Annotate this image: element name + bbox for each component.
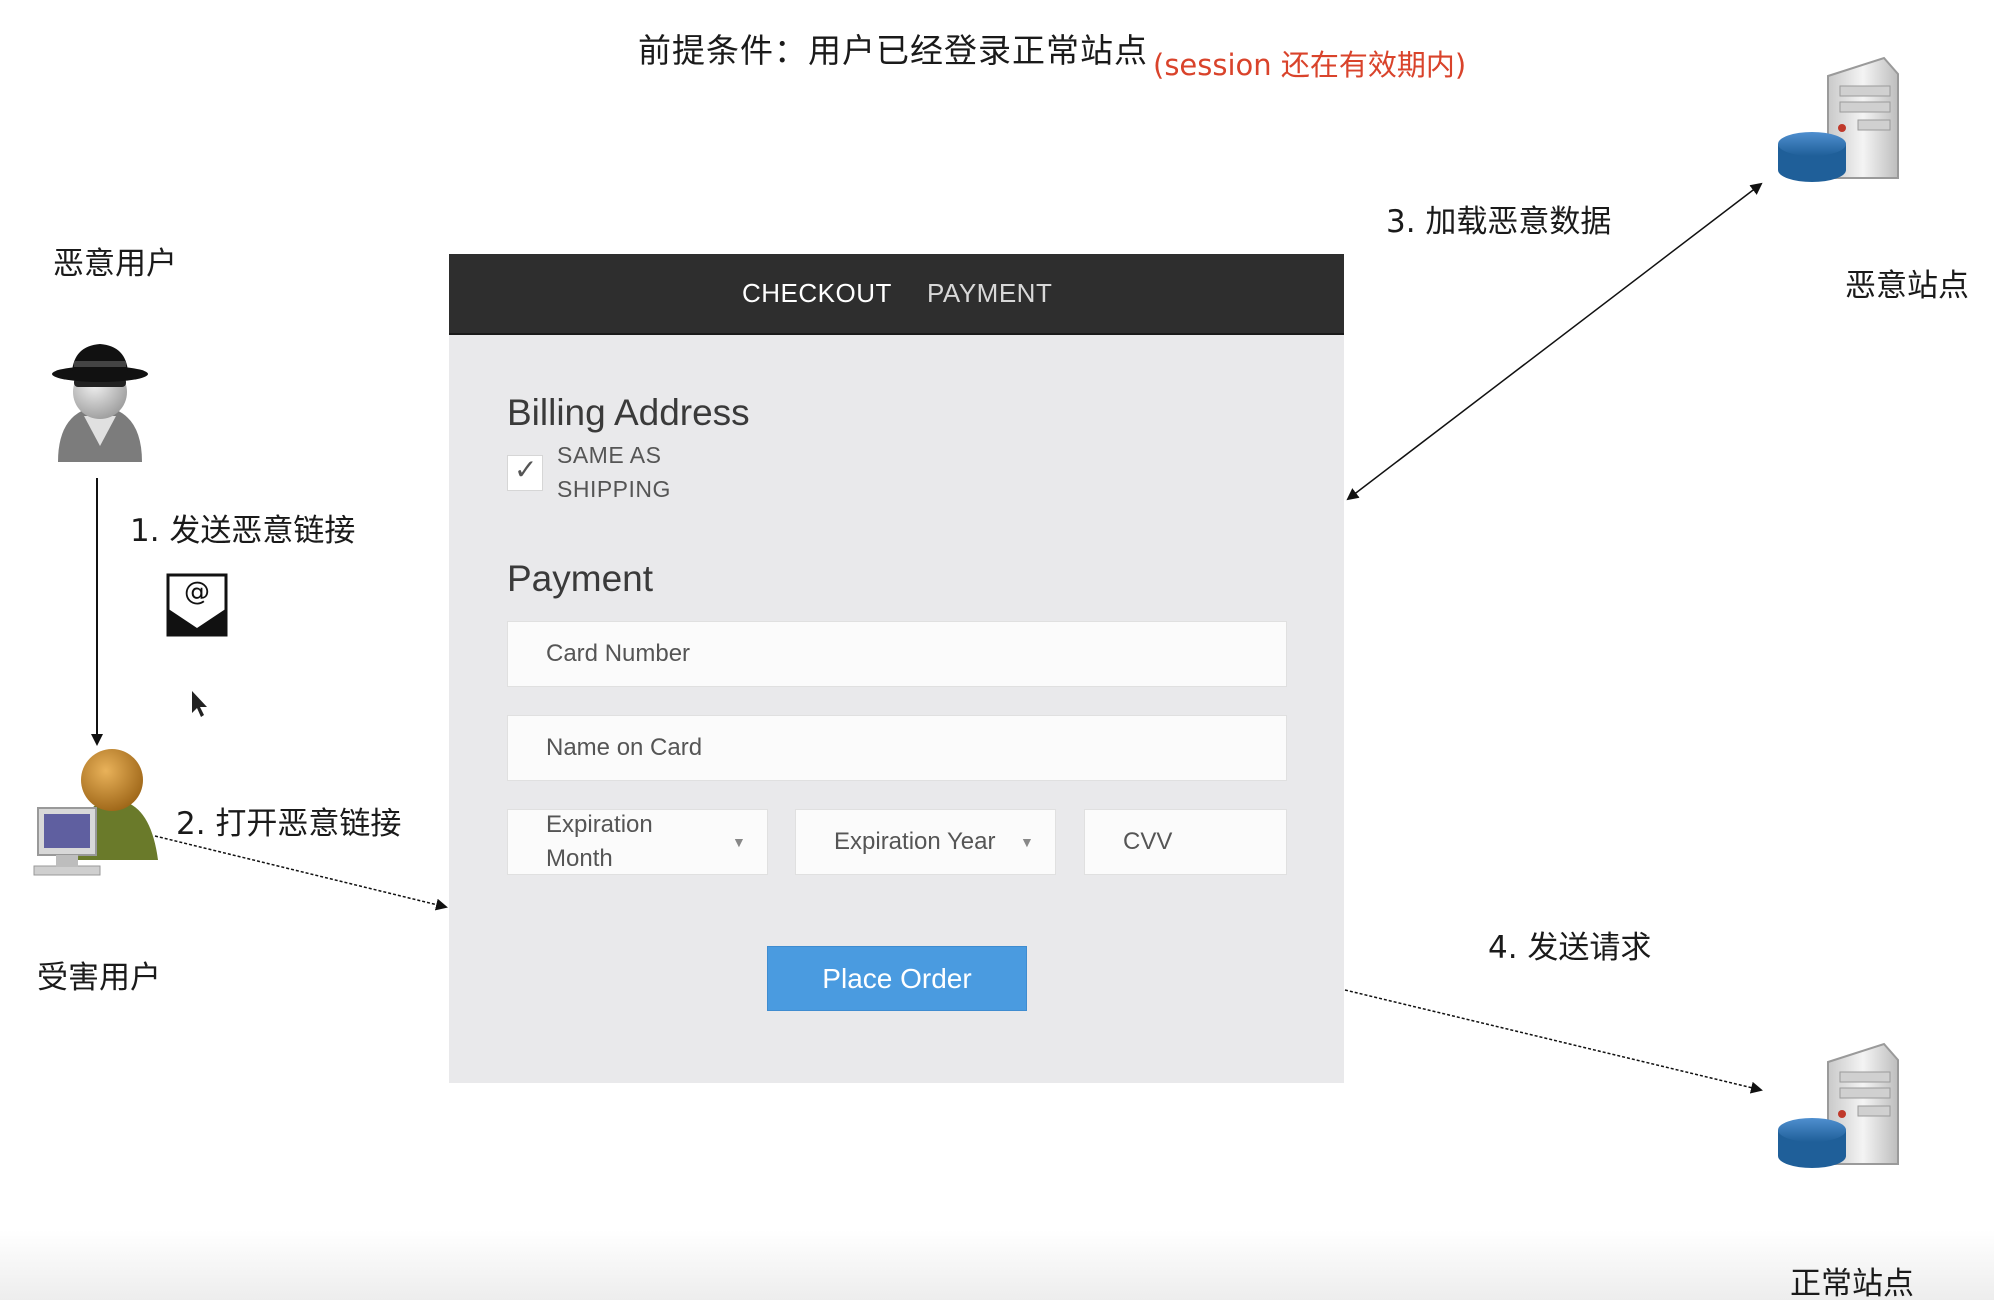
- arrow-step2: [154, 835, 448, 911]
- chevron-down-icon: ▼: [732, 834, 746, 850]
- place-order-button[interactable]: Place Order: [767, 946, 1027, 1011]
- mouse-cursor-icon: [192, 691, 207, 717]
- cvv-placeholder: CVV: [1123, 828, 1173, 855]
- step2-label: 2. 打开恶意链接: [176, 806, 402, 842]
- form-header: CHECKOUT PAYMENT: [449, 254, 1344, 335]
- tab-checkout[interactable]: CHECKOUT: [742, 278, 892, 309]
- card-number-placeholder: Card Number: [546, 640, 691, 667]
- step4-label: 4. 发送请求: [1488, 930, 1652, 966]
- expiration-year-label: Expiration Year: [834, 828, 996, 855]
- diagram-title: 前提条件：用户已经登录正常站点: [638, 31, 1148, 70]
- payment-title: Payment: [507, 558, 654, 599]
- session-note: (session 还在有效期内): [1153, 48, 1467, 82]
- billing-address-title: Billing Address: [507, 392, 750, 433]
- checkout-form: CHECKOUT PAYMENT Billing Address ✓ SAME …: [449, 254, 1344, 1083]
- chevron-down-icon: ▼: [1020, 834, 1034, 850]
- card-number-input[interactable]: Card Number: [507, 621, 1287, 687]
- expiration-month-label: Expiration Month: [546, 811, 653, 872]
- normal-site-label: 正常站点: [1790, 1266, 1914, 1302]
- server-database-icon: [1778, 56, 1899, 182]
- step3-label: 3. 加载恶意数据: [1386, 204, 1612, 240]
- checkmark-icon: ✓: [514, 453, 538, 486]
- same-as-shipping-checkbox[interactable]: ✓: [507, 453, 543, 491]
- step1-label: 1. 发送恶意链接: [130, 513, 356, 549]
- name-on-card-input[interactable]: Name on Card: [507, 715, 1287, 781]
- attacker-label: 恶意用户: [53, 246, 177, 282]
- same-as-shipping-label: SAME AS SHIPPING: [557, 442, 671, 502]
- user-with-computer-icon: [33, 749, 158, 876]
- svg-text:@: @: [184, 577, 210, 607]
- malicious-site-label: 恶意站点: [1845, 268, 1969, 304]
- bottom-fade: [0, 1230, 1994, 1300]
- victim-label: 受害用户: [37, 960, 161, 996]
- name-on-card-placeholder: Name on Card: [546, 734, 703, 761]
- spy-user-icon: [52, 344, 148, 462]
- tab-payment[interactable]: PAYMENT: [927, 278, 1052, 309]
- server-database-icon: [1778, 1042, 1899, 1168]
- expiration-year-select[interactable]: Expiration Year ▼: [795, 809, 1056, 875]
- cvv-input[interactable]: CVV: [1084, 809, 1287, 875]
- email-envelope-icon: @: [166, 573, 228, 637]
- expiration-month-select[interactable]: Expiration Month ▼: [507, 809, 768, 875]
- arrow-step4: [1344, 989, 1763, 1094]
